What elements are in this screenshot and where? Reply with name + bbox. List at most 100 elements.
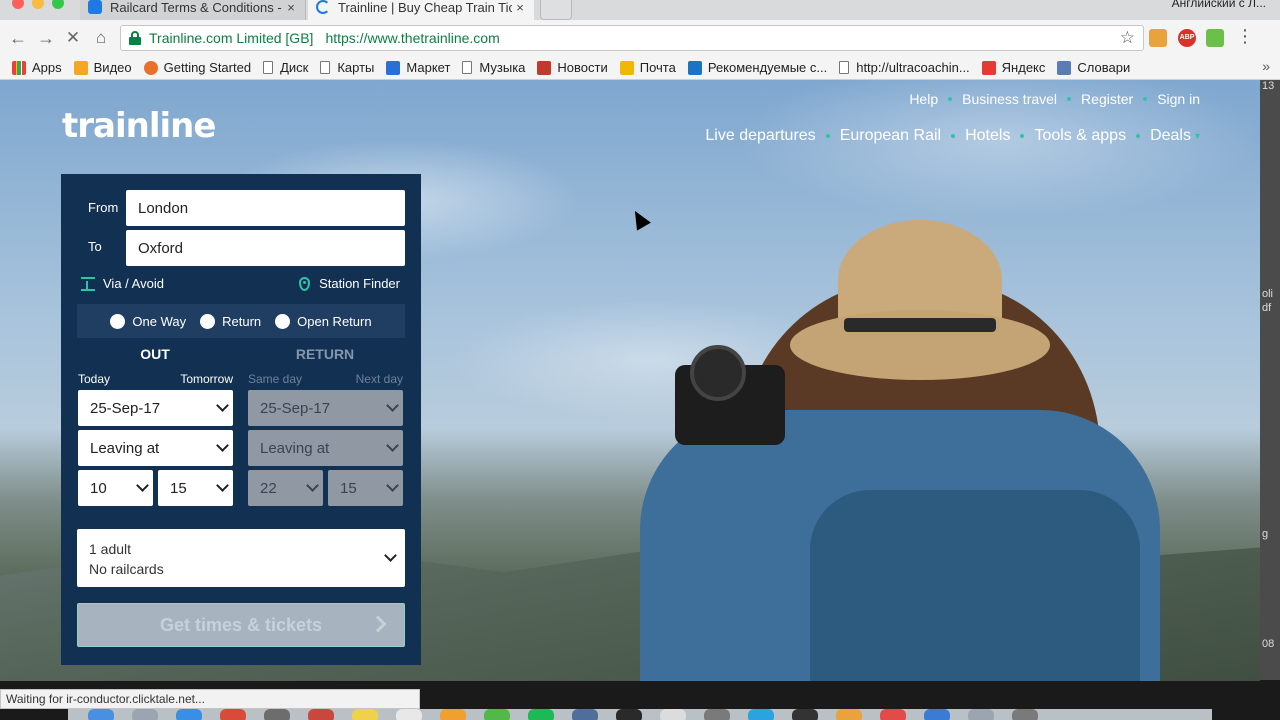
back-arrow-icon[interactable]: ← xyxy=(8,28,28,48)
video-icon xyxy=(73,60,88,75)
app-icon[interactable] xyxy=(704,709,730,720)
ev-certificate-name[interactable]: Trainline.com Limited [GB] xyxy=(149,30,313,46)
radio-return[interactable]: Return xyxy=(200,313,261,329)
app-icon[interactable] xyxy=(792,709,818,720)
browser-menu-icon[interactable]: ⋮ xyxy=(1236,26,1254,47)
chevron-down-icon[interactable]: ▾ xyxy=(1195,131,1200,142)
nav-live-departures[interactable]: Live departures xyxy=(705,127,815,145)
tab-close-icon[interactable]: × xyxy=(512,0,528,15)
get-times-tickets-button[interactable]: Get times & tickets xyxy=(77,603,405,647)
app-icon[interactable] xyxy=(440,709,466,720)
bookmark-video[interactable]: Видео xyxy=(73,60,132,75)
profile-name[interactable]: Английский с Л... xyxy=(1172,0,1266,10)
bookmark-maps[interactable]: Карты xyxy=(320,60,374,75)
extension-icon[interactable] xyxy=(1149,29,1167,47)
return-heading: RETURN xyxy=(295,346,355,362)
spotify-icon[interactable] xyxy=(528,709,554,720)
from-station-input[interactable] xyxy=(126,190,405,226)
radio-button[interactable] xyxy=(110,313,126,329)
nav-deals[interactable]: Deals xyxy=(1150,127,1191,145)
maximize-window-button[interactable] xyxy=(52,0,64,9)
bookmark-getting-started[interactable]: Getting Started xyxy=(143,60,251,75)
radio-button[interactable] xyxy=(275,313,291,329)
return-hour-select[interactable]: 22 xyxy=(248,470,323,506)
minimize-window-button[interactable] xyxy=(32,0,44,9)
new-tab-button[interactable] xyxy=(540,0,572,20)
more-bookmarks-icon[interactable]: » xyxy=(1262,58,1270,74)
messages-icon[interactable] xyxy=(484,709,510,720)
adblock-plus-icon[interactable]: ABP xyxy=(1178,29,1196,47)
nav-help[interactable]: Help xyxy=(909,91,938,107)
out-time-mode-select[interactable]: Leaving at xyxy=(78,430,233,466)
close-window-button[interactable] xyxy=(12,0,24,9)
passengers-railcards-select[interactable]: 1 adult No railcards xyxy=(77,529,405,587)
radio-button[interactable] xyxy=(200,313,216,329)
trash-icon[interactable] xyxy=(1012,709,1038,720)
launchpad-icon[interactable] xyxy=(132,709,158,720)
app-icon[interactable] xyxy=(836,709,862,720)
to-label: To xyxy=(88,239,102,254)
bookmark-mail[interactable]: Почта xyxy=(619,60,676,75)
nav-register[interactable]: Register xyxy=(1081,91,1133,107)
out-date-select[interactable]: 25-Sep-17 xyxy=(78,390,233,426)
nav-european-rail[interactable]: European Rail xyxy=(840,127,941,145)
return-minute-select[interactable]: 15 xyxy=(328,470,403,506)
app-icon[interactable] xyxy=(660,709,686,720)
app-icon[interactable] xyxy=(572,709,598,720)
return-time-mode-select[interactable]: Leaving at xyxy=(248,430,403,466)
tab-close-icon[interactable]: × xyxy=(283,0,299,15)
stop-loading-icon[interactable]: ✕ xyxy=(63,28,83,48)
out-minute-select[interactable]: 15 xyxy=(158,470,233,506)
skype-icon[interactable] xyxy=(748,709,774,720)
browser-toolbar: ← → ✕ ⌂ Trainline.com Limited [GB] https… xyxy=(0,20,1280,56)
cast-extension-icon[interactable] xyxy=(1206,29,1224,47)
home-icon[interactable]: ⌂ xyxy=(91,28,111,48)
app-icon[interactable] xyxy=(264,709,290,720)
radio-one-way[interactable]: One Way xyxy=(110,313,186,329)
app-icon[interactable] xyxy=(616,709,642,720)
bookmark-market[interactable]: Маркет xyxy=(386,60,450,75)
finder-icon[interactable] xyxy=(88,709,114,720)
bookmark-news[interactable]: Новости xyxy=(537,60,608,75)
app-icon[interactable] xyxy=(880,709,906,720)
tab-railcard-terms[interactable]: Railcard Terms & Conditions - × xyxy=(80,0,306,20)
bookmark-dictionaries[interactable]: Словари xyxy=(1057,60,1130,75)
to-station-input[interactable] xyxy=(126,230,405,266)
bookmark-music[interactable]: Музыка xyxy=(462,60,525,75)
url-text[interactable]: https://www.thetrainline.com xyxy=(325,30,499,46)
out-tomorrow-link[interactable]: Tomorrow xyxy=(173,372,233,386)
station-finder-link[interactable]: Station Finder xyxy=(299,276,400,291)
chrome-icon[interactable] xyxy=(220,709,246,720)
return-same-day-link[interactable]: Same day xyxy=(248,372,302,386)
nav-business-travel[interactable]: Business travel xyxy=(962,91,1057,107)
main-nav: Live departures European Rail Hotels Too… xyxy=(705,127,1200,145)
tab-trainline[interactable]: Trainline | Buy Cheap Train Tic × xyxy=(308,0,534,20)
nav-tools-apps[interactable]: Tools & apps xyxy=(1034,127,1126,145)
return-next-day-link[interactable]: Next day xyxy=(343,372,403,386)
document-icon[interactable] xyxy=(396,709,422,720)
hero-backpack xyxy=(810,490,1140,681)
safari-icon[interactable] xyxy=(176,709,202,720)
bookmark-yandex[interactable]: Яндекс xyxy=(981,60,1045,75)
calendar-icon[interactable] xyxy=(308,709,334,720)
out-today-link[interactable]: Today xyxy=(78,372,110,386)
downloads-icon[interactable] xyxy=(968,709,994,720)
address-bar[interactable]: Trainline.com Limited [GB] https://www.t… xyxy=(120,25,1144,51)
mail-icon xyxy=(619,60,634,75)
return-date-select[interactable]: 25-Sep-17 xyxy=(248,390,403,426)
bookmark-star-icon[interactable]: ☆ xyxy=(1120,28,1135,48)
via-avoid-link[interactable]: Via / Avoid xyxy=(81,276,164,291)
bookmark-recommended[interactable]: Рекомендуемые с... xyxy=(687,60,827,75)
radio-open-return[interactable]: Open Return xyxy=(275,313,372,329)
app-icon[interactable] xyxy=(924,709,950,720)
notes-icon[interactable] xyxy=(352,709,378,720)
trainline-logo[interactable]: trainline xyxy=(62,106,216,146)
bookmark-apps[interactable]: Apps xyxy=(12,60,62,75)
chevron-down-icon xyxy=(216,399,229,412)
out-hour-select[interactable]: 10 xyxy=(78,470,153,506)
forward-arrow-icon[interactable]: → xyxy=(36,28,56,48)
nav-sign-in[interactable]: Sign in xyxy=(1157,91,1200,107)
bookmark-ultracoaching[interactable]: http://ultracoachin... xyxy=(839,60,970,75)
bookmark-disk[interactable]: Диск xyxy=(263,60,308,75)
nav-hotels[interactable]: Hotels xyxy=(965,127,1010,145)
